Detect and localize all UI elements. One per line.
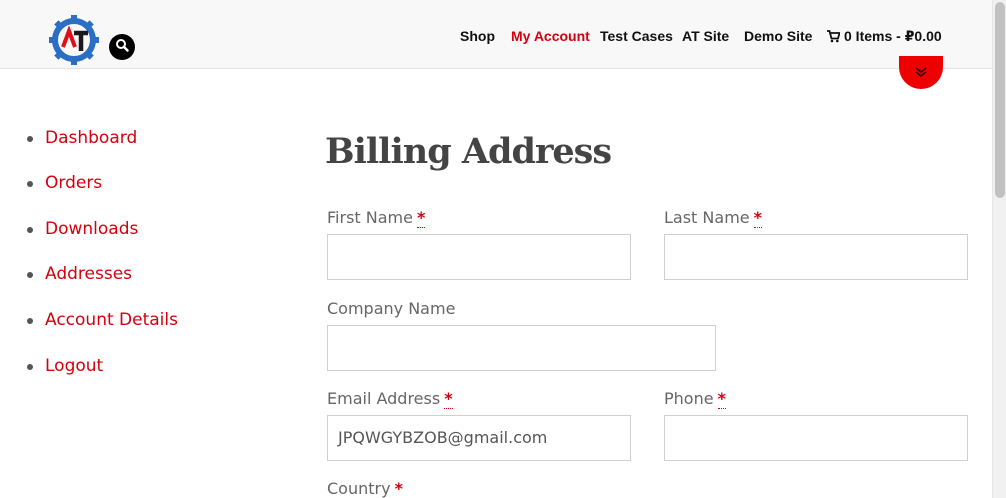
- account-nav-logout: Logout: [27, 355, 247, 377]
- nav-test-cases[interactable]: Test Cases: [600, 27, 673, 45]
- bullet: [27, 318, 33, 324]
- site-header: Shop My Account Test Cases AT Site Demo …: [0, 0, 992, 69]
- first-name-field[interactable]: [327, 234, 631, 280]
- account-nav-account-details: Account Details: [27, 309, 247, 331]
- bullet: [27, 272, 33, 278]
- dashboard-link[interactable]: Dashboard: [45, 127, 137, 149]
- account-nav-orders: Orders: [27, 172, 247, 194]
- bullet: [27, 364, 33, 370]
- email-label-text: Email Address: [327, 389, 441, 408]
- required-marker: *: [416, 208, 426, 228]
- double-chevron-down-icon: [915, 64, 927, 82]
- nav-demo-site[interactable]: Demo Site: [744, 27, 812, 45]
- company-name-field[interactable]: [327, 325, 716, 371]
- email-field[interactable]: JPQWGYBZOB@gmail.com: [327, 415, 631, 461]
- bullet: [27, 227, 33, 233]
- email-label: Email Address *: [327, 389, 453, 409]
- nav-my-account[interactable]: My Account: [511, 27, 590, 45]
- gear-logo-icon[interactable]: [48, 14, 100, 66]
- account-nav-addresses: Addresses: [27, 263, 247, 285]
- required-marker: *: [444, 389, 453, 409]
- cart-summary: 0 Items - ₽0.00: [844, 28, 942, 44]
- logout-link[interactable]: Logout: [45, 355, 103, 377]
- cart-icon: [827, 29, 841, 47]
- page-title: Billing Address: [325, 131, 612, 172]
- required-marker: *: [717, 389, 726, 409]
- nav-at-site[interactable]: AT Site: [682, 27, 729, 45]
- search-icon: [115, 38, 129, 57]
- required-marker: *: [753, 208, 762, 228]
- account-nav-downloads: Downloads: [27, 218, 247, 240]
- downloads-link[interactable]: Downloads: [45, 218, 138, 240]
- nav-shop[interactable]: Shop: [460, 27, 495, 45]
- account-details-link[interactable]: Account Details: [45, 309, 178, 331]
- scrollbar-thumb[interactable]: [995, 2, 1005, 198]
- phone-label: Phone *: [664, 389, 726, 409]
- first-name-label-text: First Name: [327, 208, 413, 227]
- bullet: [27, 181, 33, 187]
- last-name-label: Last Name *: [664, 208, 762, 228]
- phone-label-text: Phone: [664, 389, 714, 408]
- orders-link[interactable]: Orders: [45, 172, 102, 194]
- account-nav-dashboard: Dashboard: [27, 127, 247, 149]
- country-label-text: Country: [327, 479, 391, 498]
- search-button[interactable]: [109, 34, 135, 60]
- page: Shop My Account Test Cases AT Site Demo …: [0, 0, 1006, 498]
- last-name-label-text: Last Name: [664, 208, 750, 227]
- company-name-label: Company Name: [327, 299, 456, 318]
- scroll-down-button[interactable]: [899, 56, 943, 89]
- addresses-link[interactable]: Addresses: [45, 263, 132, 285]
- bullet: [27, 136, 33, 142]
- last-name-field[interactable]: [664, 234, 968, 280]
- required-marker: *: [394, 479, 403, 498]
- first-name-label: First Name *: [327, 208, 426, 228]
- country-label: Country *: [327, 479, 403, 498]
- phone-field[interactable]: [664, 415, 968, 461]
- nav-cart[interactable]: 0 Items - ₽0.00: [827, 27, 942, 47]
- page-scrollbar[interactable]: [992, 0, 1006, 498]
